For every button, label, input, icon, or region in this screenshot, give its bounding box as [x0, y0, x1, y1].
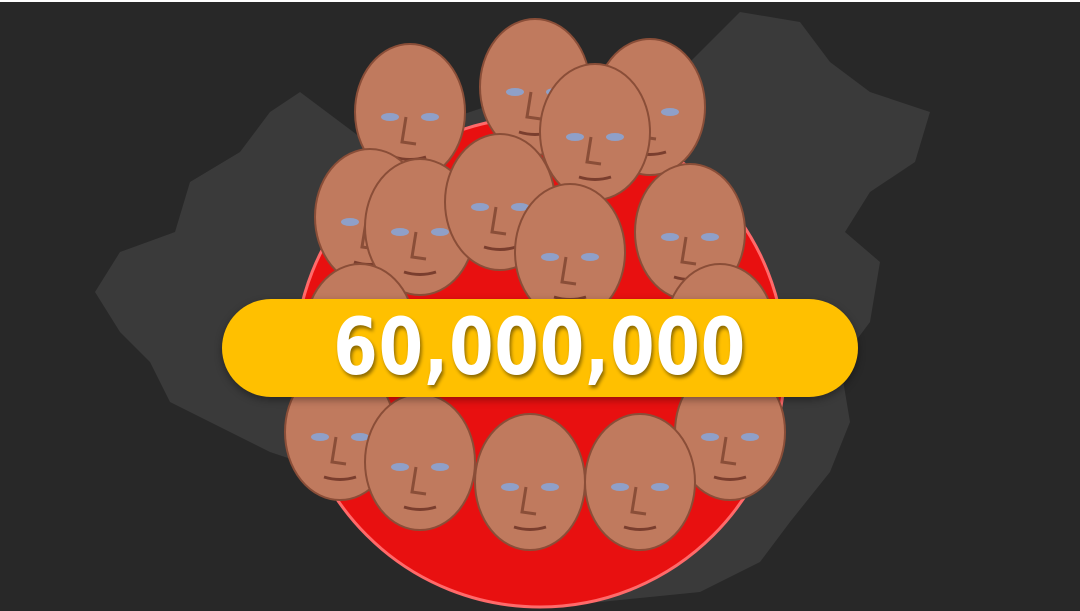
face [364, 393, 476, 531]
population-banner: 60,000,000 [222, 299, 858, 397]
population-count: 60,000,000 [333, 303, 747, 393]
face [584, 413, 696, 551]
video-frame: 60,000,000 [0, 2, 1080, 611]
face [539, 63, 651, 201]
face [474, 413, 586, 551]
